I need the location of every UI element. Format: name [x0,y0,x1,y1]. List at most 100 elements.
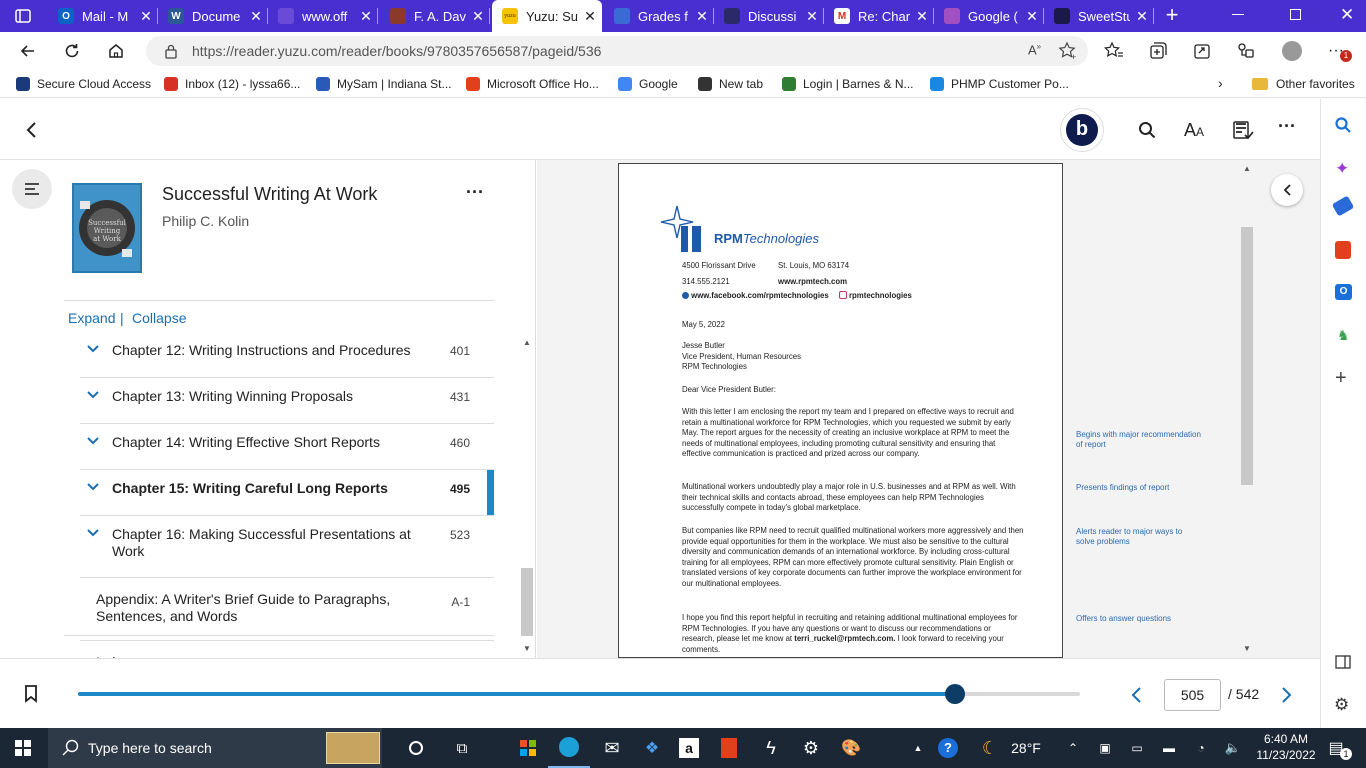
reader-scroll-down[interactable]: ▼ [1243,644,1251,653]
share-icon[interactable] [1186,32,1218,70]
tab-close-icon[interactable]: ✕ [910,8,934,25]
meet-now-icon[interactable]: ▣ [1094,728,1116,768]
discover-icon[interactable]: ✦ [1335,159,1349,179]
home-button[interactable] [100,32,132,70]
favorite-link[interactable]: Inbox (12) - lyssa66... [164,70,300,98]
text-size-icon[interactable]: AA [1184,120,1204,141]
new-tab-button[interactable]: + [1160,4,1184,28]
toc-item[interactable]: Appendix: A Writer's Brief Guide to Para… [80,578,494,641]
games-icon[interactable]: ♞ [1337,327,1350,344]
favorite-link[interactable]: Secure Cloud Access [16,70,151,98]
taskbar-search-box[interactable]: Type here to search [48,728,382,768]
toc-item[interactable]: Chapter 14: Writing Effective Short Repo… [80,424,494,470]
tab-close-icon[interactable]: ✕ [244,8,268,25]
read-aloud-icon[interactable]: A» [1028,42,1041,57]
tab-close-icon[interactable]: ✕ [466,8,490,25]
taskbar-overflow-icon[interactable]: ▲ [910,728,926,768]
show-hidden-icons[interactable]: ⌃ [1062,728,1084,768]
page-slider-track[interactable] [78,684,1080,704]
tab-close-icon[interactable]: ✕ [690,8,714,25]
office-app-icon[interactable] [714,728,744,768]
start-button[interactable] [0,728,46,768]
restore-button[interactable] [1290,9,1301,20]
tab-close-icon[interactable]: ✕ [800,8,824,25]
shopping-tag-icon[interactable] [1331,195,1355,217]
outlook-icon[interactable]: O [1335,284,1352,300]
cortana-icon[interactable] [396,728,436,768]
browser-tab[interactable]: O Mail - M ✕ [48,0,158,32]
toc-scrollbar[interactable]: ▲ ▼ [520,338,534,658]
search-icon[interactable] [1138,121,1156,139]
refresh-button[interactable] [56,32,88,70]
favorite-link[interactable]: Microsoft Office Ho... [466,70,599,98]
expand-link[interactable]: Expand [68,310,115,326]
tab-close-icon[interactable]: ✕ [578,8,602,25]
back-button[interactable] [12,32,44,70]
tab-actions-icon[interactable] [14,7,32,25]
scroll-down-arrow[interactable]: ▼ [523,644,531,653]
volume-icon[interactable]: 🔈 [1222,728,1244,768]
settings-app-icon[interactable]: ⚙ [796,728,826,768]
browser-tab[interactable]: SweetStu ✕ [1044,0,1154,32]
sidebar-settings-icon[interactable]: ⚙ [1334,695,1349,715]
collapse-panel-button[interactable] [1271,174,1303,206]
mail-icon[interactable]: ✉ [592,728,632,768]
hide-sidebar-icon[interactable] [1335,655,1351,669]
edge-browser-icon[interactable] [548,728,590,768]
other-favorites[interactable]: Other favorites [1252,70,1355,98]
tab-close-icon[interactable]: ✕ [1020,8,1044,25]
reader-scrollbar[interactable]: ▲ ▼ [1240,160,1254,658]
wifi-icon[interactable]: ◔ [1190,728,1212,768]
tab-close-icon[interactable]: ✕ [134,8,158,25]
add-favorite-icon[interactable]: + [1058,41,1078,61]
back-arrow-icon[interactable] [24,121,38,139]
bookshelf-logo[interactable]: b [1060,108,1104,152]
chevron-down-icon[interactable] [86,344,100,354]
toc-toggle-button[interactable] [12,169,52,209]
collapse-link[interactable]: Collapse [132,310,186,326]
lock-icon[interactable] [164,43,178,59]
temperature[interactable]: 28°F [1008,728,1044,768]
battery-icon[interactable]: ▬ [1158,728,1180,768]
reader-scroll-up[interactable]: ▲ [1243,164,1251,173]
scroll-up-arrow[interactable]: ▲ [523,338,531,347]
profile-avatar[interactable] [1282,41,1302,61]
book-options-icon[interactable]: ··· [466,182,484,203]
favorite-link[interactable]: PHMP Customer Po... [930,70,1069,98]
browser-tab[interactable]: M Re: Char ✕ [824,0,934,32]
toc-item[interactable]: Chapter 12: Writing Instructions and Pro… [80,332,494,378]
chevron-down-icon[interactable] [86,436,100,446]
toc-item[interactable]: IndexI-1 [80,641,494,658]
browser-tab[interactable]: yuzu Yuzu: Su ✕ [492,0,602,32]
more-options-icon[interactable]: ··· [1278,116,1296,137]
address-bar[interactable]: https://reader.yuzu.com/reader/books/978… [146,36,1088,66]
add-sidebar-app-icon[interactable]: + [1335,367,1347,390]
weather-moon-icon[interactable]: ☾ [976,728,1004,768]
page-number-input[interactable]: 505 [1164,679,1221,711]
browser-tab[interactable]: Grades f ✕ [604,0,714,32]
close-window-button[interactable]: ✕ [1340,5,1354,25]
favorite-link[interactable]: MySam | Indiana St... [316,70,452,98]
sidebar-search-icon[interactable] [1334,116,1352,134]
dropbox-icon[interactable]: ❖ [634,728,670,768]
favorite-link[interactable]: New tab [698,70,763,98]
bookmark-icon[interactable] [24,685,38,703]
bolt-app-icon[interactable]: ϟ [756,728,786,768]
minimize-button[interactable] [1232,14,1244,15]
chevron-down-icon[interactable] [86,528,100,538]
browser-tab[interactable]: www.off ✕ [268,0,378,32]
collections-icon[interactable] [1142,32,1174,70]
browser-tab[interactable]: W Docume ✕ [158,0,268,32]
toc-item[interactable]: Chapter 16: Making Successful Presentati… [80,516,494,578]
favorites-icon[interactable] [1098,32,1130,70]
clock[interactable]: 6:40 AM 11/23/2022 [1252,731,1320,763]
toc-item[interactable]: Chapter 13: Writing Winning Proposals 431 [80,378,494,424]
amazon-icon[interactable]: a [674,728,704,768]
bookmarks-overflow-icon[interactable]: › [1218,75,1223,91]
task-view-icon[interactable]: ⧉ [442,728,482,768]
help-icon[interactable]: ? [934,728,962,768]
browser-tab[interactable]: Discussi ✕ [714,0,824,32]
page-slider-thumb[interactable] [944,684,965,704]
toc-item-current[interactable]: Chapter 15: Writing Careful Long Reports… [80,470,494,516]
book-cover[interactable]: Successful Writing at Work [72,183,142,273]
